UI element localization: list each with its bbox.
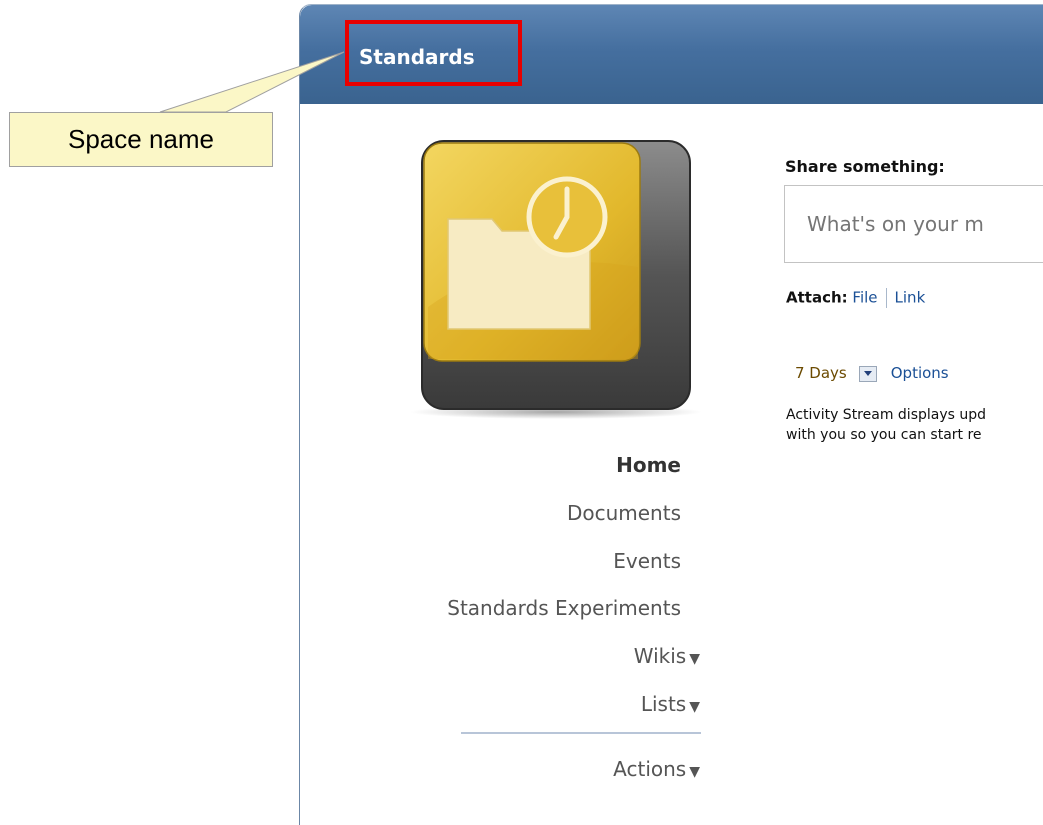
nav-item-home[interactable]: Home: [616, 453, 681, 477]
folder-clock-icon: [410, 140, 702, 419]
actions-menu[interactable]: Actions ▼: [613, 757, 700, 781]
nav-item-documents[interactable]: Documents: [567, 501, 681, 525]
activity-line: with you so you can start re: [786, 427, 982, 443]
attach-link-link[interactable]: Link: [895, 289, 926, 307]
caret-down-icon: ▼: [689, 699, 700, 715]
nav-item-label: Home: [616, 453, 681, 477]
share-input[interactable]: [784, 185, 1043, 263]
attach-file-link[interactable]: File: [852, 289, 877, 307]
nav-item-wikis[interactable]: Wikis ▼: [634, 644, 700, 668]
space-name-callout: Space name: [9, 112, 273, 167]
actions-label: Actions: [613, 757, 687, 781]
activity-filter-row: 7 Days Options: [795, 364, 949, 382]
nav-item-lists[interactable]: Lists ▼: [641, 692, 700, 716]
attach-label: Attach:: [786, 288, 848, 307]
nav-item-label: Events: [613, 549, 681, 573]
divider: [885, 288, 887, 308]
activity-stream-description: Activity Stream displays upd with you so…: [786, 405, 1043, 445]
options-link[interactable]: Options: [891, 364, 949, 382]
caret-down-icon: ▼: [689, 651, 700, 667]
nav-item-label: Lists: [640, 692, 687, 716]
nav-item-label: Documents: [566, 501, 681, 525]
nav-item-label: Standards Experiments: [447, 596, 681, 620]
dropdown-arrow-icon[interactable]: [858, 365, 877, 382]
activity-line: Activity Stream displays upd: [786, 407, 987, 423]
nav-item-standards-experiments[interactable]: Standards Experiments: [447, 596, 681, 620]
callout-pointer: [159, 51, 345, 113]
attach-row: Attach: File Link: [786, 288, 925, 308]
callout-label: Space name: [68, 124, 214, 154]
period-label: 7 Days: [795, 364, 847, 382]
nav-divider: [461, 732, 701, 734]
share-label: Share something:: [785, 157, 945, 176]
space-name-highlight: [345, 20, 522, 86]
nav-item-events[interactable]: Events: [613, 549, 681, 573]
nav-item-label: Wikis: [633, 644, 687, 668]
caret-down-icon: ▼: [689, 764, 700, 780]
